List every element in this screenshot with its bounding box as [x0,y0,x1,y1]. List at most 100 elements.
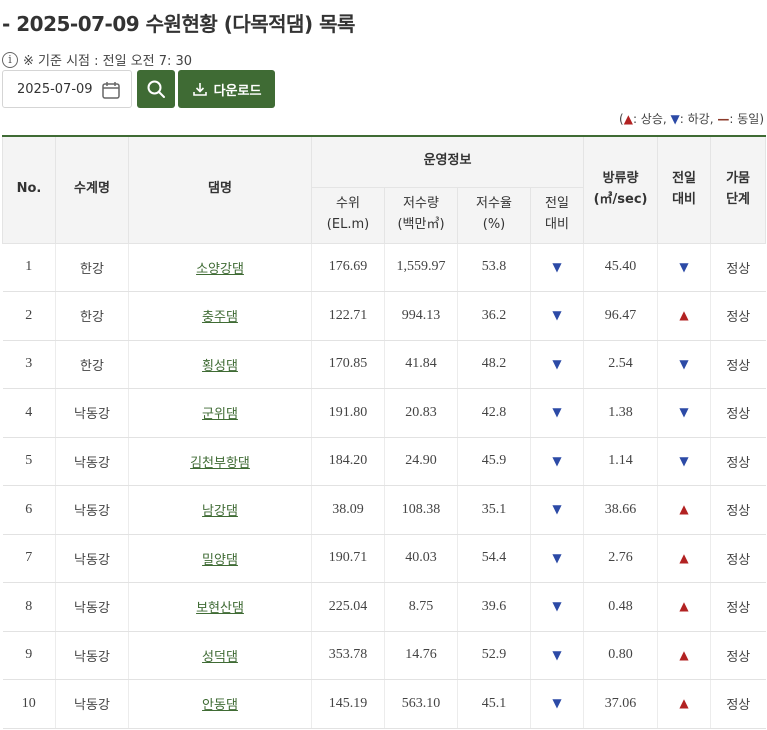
date-field[interactable]: 2025-07-09 [2,70,132,108]
download-icon [192,83,207,96]
cell-system: 한강 [55,243,129,292]
cell-discharge: 38.66 [583,485,659,535]
cell-rate-trend: ▼ [530,534,585,583]
dam-link[interactable]: 밀양댐 [202,553,238,568]
dam-link[interactable]: 소양강댐 [196,262,244,277]
header-drought-l1: 가뭄 [726,170,750,186]
cell-discharge-trend: ▼ [657,243,712,292]
table-row: 2 한강 충주댐 122.71 994.13 36.2 ▼ 96.47 ▲ 정상 [2,291,766,341]
cell-discharge: 37.06 [583,679,659,729]
cell-drought: 정상 [710,243,766,292]
cell-system: 낙동강 [55,582,129,632]
cell-system: 한강 [55,291,129,341]
info-icon: i [2,51,18,68]
cell-storage: 40.03 [384,534,458,583]
cell-dam: 김천부항댐 [128,437,312,486]
cell-storage: 1,559.97 [384,243,458,292]
cell-rate-trend: ▼ [530,340,585,389]
trend-up-icon: ▲ [679,550,689,565]
dam-link[interactable]: 남강댐 [202,504,238,519]
trend-down-icon: ▼ [552,356,562,371]
trend-down-icon: ▼ [552,453,562,468]
cell-drought: 정상 [710,534,766,583]
cell-level: 122.71 [311,291,385,341]
header-storage-l1: 저수량 [403,196,439,212]
trend-down-icon: ▼ [679,259,689,274]
basis-text: ※ 기준 시점 : 전일 오전 7: 30 [23,54,193,69]
cell-system: 낙동강 [55,388,129,438]
cell-system: 낙동강 [55,485,129,535]
header-discharge-l1: 방류량 [602,170,639,186]
trend-down-icon: ▼ [552,308,562,323]
cell-discharge: 96.47 [583,291,659,341]
search-button[interactable] [137,70,175,108]
cell-no: 7 [2,534,56,583]
date-value: 2025-07-09 [17,81,93,97]
dam-status-table: No. 수계명 댐명 운영정보 방류량 (㎥/sec) 전일 대비 가뭄 단계 … [2,135,767,729]
calendar-icon[interactable] [101,80,121,100]
header-storage: 저수량 (백만㎥) [384,186,458,244]
cell-rate: 54.4 [457,534,531,583]
table-row: 1 한강 소양강댐 176.69 1,559.97 53.8 ▼ 45.40 ▼ 정상 [2,243,766,292]
trend-down-icon: ▼ [552,259,562,274]
cell-rate: 36.2 [457,291,531,341]
cell-rate: 53.8 [457,243,531,292]
header-operation: 운영정보 [310,135,585,188]
download-button[interactable]: 다운로드 [178,70,275,108]
cell-rate: 48.2 [457,340,531,389]
search-icon [147,80,165,98]
cell-discharge: 2.76 [583,534,659,583]
header-discharge: 방류량 (㎥/sec) [583,135,659,244]
cell-dam: 남강댐 [128,485,312,535]
header-level-l1: 수위 [336,196,360,212]
table-row: 5 낙동강 김천부항댐 184.20 24.90 45.9 ▼ 1.14 ▼ 정상 [2,437,766,486]
dam-link[interactable]: 보현산댐 [196,601,244,616]
header-discharge-compare-l2: 대비 [672,191,696,207]
dam-link[interactable]: 성덕댐 [202,650,238,665]
cell-discharge-trend: ▲ [657,631,712,680]
cell-storage: 14.76 [384,631,458,680]
legend-same-label: : 동일) [729,112,764,126]
table-row: 9 낙동강 성덕댐 353.78 14.76 52.9 ▼ 0.80 ▲ 정상 [2,631,766,680]
cell-rate-trend: ▼ [530,582,585,632]
dam-link[interactable]: 안동댐 [202,698,238,713]
header-storage-l2: (백만㎥) [397,217,445,232]
cell-rate-trend: ▼ [530,291,585,341]
download-label: 다운로드 [213,83,262,99]
trend-down-icon: ▼ [679,356,689,371]
header-no: No. [2,135,56,244]
cell-no: 4 [2,388,56,438]
cell-dam: 횡성댐 [128,340,312,389]
header-discharge-l2: (㎥/sec) [593,191,648,207]
cell-storage: 108.38 [384,485,458,535]
page-title: - 2025-07-09 수원현황 (다목적댐) 목록 [2,12,355,36]
cell-discharge-trend: ▼ [657,388,712,438]
cell-no: 10 [2,679,56,729]
cell-storage: 24.90 [384,437,458,486]
cell-level: 225.04 [311,582,385,632]
cell-storage: 994.13 [384,291,458,341]
cell-dam: 밀양댐 [128,534,312,583]
cell-no: 1 [2,243,56,292]
cell-level: 190.71 [311,534,385,583]
cell-discharge-trend: ▲ [657,534,712,583]
cell-rate-trend: ▼ [530,631,585,680]
trend-up-icon: ▲ [679,647,689,662]
same-dash-icon: — [717,112,730,126]
trend-down-icon: ▼ [679,453,689,468]
cell-no: 2 [2,291,56,341]
dam-link[interactable]: 군위댐 [202,407,238,422]
header-discharge-compare-l1: 전일 [672,170,696,186]
header-compare-l2: 대비 [545,217,569,232]
dam-link[interactable]: 충주댐 [202,310,238,325]
dam-link[interactable]: 김천부항댐 [190,456,250,471]
cell-discharge-trend: ▼ [657,340,712,389]
dam-link[interactable]: 횡성댐 [202,359,238,374]
cell-dam: 충주댐 [128,291,312,341]
cell-discharge-trend: ▼ [657,437,712,486]
cell-dam: 안동댐 [128,679,312,729]
cell-discharge-trend: ▲ [657,679,712,729]
cell-rate: 52.9 [457,631,531,680]
cell-discharge-trend: ▲ [657,485,712,535]
trend-down-icon: ▼ [679,405,689,420]
